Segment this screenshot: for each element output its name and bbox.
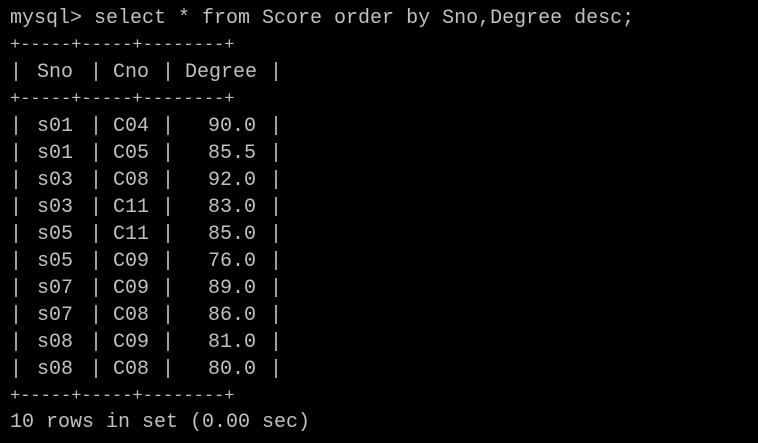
column-separator: | [10, 223, 23, 246]
column-separator: | [10, 250, 23, 273]
column-separator: | [10, 358, 23, 381]
cell-cno: C04 [112, 115, 149, 138]
column-separator: | [270, 331, 283, 354]
cell-degree: 81.0 [207, 331, 256, 354]
column-separator: | [270, 358, 283, 381]
column-separator: | [270, 142, 283, 165]
table-row: | s01 | C05 | 85.5 | [10, 140, 283, 167]
column-separator: | [162, 331, 175, 354]
column-separator: | [10, 61, 23, 84]
header-sno: Sno [36, 61, 73, 84]
cell-sno: s05 [36, 223, 73, 246]
column-separator: | [90, 250, 103, 273]
column-separator: | [270, 115, 283, 138]
column-separator: | [270, 61, 283, 84]
cell-cno: C05 [112, 142, 149, 165]
cell-degree: 89.0 [207, 277, 256, 300]
result-table: +-----+-----+--------+ | Sno | Cno | Deg… [10, 32, 283, 410]
cell-sno: s05 [36, 250, 73, 273]
column-separator: | [162, 142, 175, 165]
header-degree: Degree [184, 61, 257, 84]
column-separator: | [162, 304, 175, 327]
table-row: | s08 | C08 | 80.0 | [10, 356, 283, 383]
column-separator: | [270, 304, 283, 327]
table-row: | s05 | C09 | 76.0 | [10, 248, 283, 275]
column-separator: | [90, 115, 103, 138]
cell-sno: s08 [36, 358, 73, 381]
column-separator: | [90, 358, 103, 381]
column-separator: | [162, 115, 175, 138]
cell-cno: C09 [112, 250, 149, 273]
cell-cno: C11 [112, 196, 149, 219]
column-separator: | [162, 277, 175, 300]
column-separator: | [10, 277, 23, 300]
cell-degree: 80.0 [207, 358, 256, 381]
header-cno: Cno [112, 61, 149, 84]
column-separator: | [270, 250, 283, 273]
column-separator: | [162, 169, 175, 192]
column-separator: | [162, 223, 175, 246]
command-prompt-line: mysql> select * from Score order by Sno,… [10, 7, 635, 30]
column-separator: | [162, 61, 175, 84]
cell-cno: C08 [112, 304, 149, 327]
cell-degree: 85.5 [207, 142, 256, 165]
column-separator: | [162, 196, 175, 219]
column-separator: | [270, 196, 283, 219]
result-summary: 10 rows in set (0.00 sec) [10, 411, 311, 434]
column-separator: | [90, 304, 103, 327]
table-body: | s01 | C04 | 90.0 | | s01 | C05 | 85.5 | | s03 | C08 | 92.… [10, 113, 283, 383]
column-separator: | [90, 223, 103, 246]
column-separator: | [162, 250, 175, 273]
column-separator: | [270, 223, 283, 246]
cell-cno: C11 [112, 223, 149, 246]
table-row: | s05 | C11 | 85.0 | [10, 221, 283, 248]
column-separator: | [90, 169, 103, 192]
cell-cno: C08 [112, 358, 149, 381]
cell-sno: s07 [36, 277, 73, 300]
column-separator: | [10, 169, 23, 192]
table-row: | s01 | C04 | 90.0 | [10, 113, 283, 140]
cell-cno: C09 [112, 331, 149, 354]
table-border-header: +-----+-----+--------+ [10, 90, 235, 109]
cell-degree: 92.0 [207, 169, 256, 192]
cell-degree: 76.0 [207, 250, 256, 273]
table-border-top: +-----+-----+--------+ [10, 36, 235, 55]
cell-sno: s01 [36, 115, 73, 138]
column-separator: | [270, 277, 283, 300]
column-separator: | [10, 331, 23, 354]
table-row: | s08 | C09 | 81.0 | [10, 329, 283, 356]
column-separator: | [162, 358, 175, 381]
cell-sno: s01 [36, 142, 73, 165]
cell-cno: C08 [112, 169, 149, 192]
column-separator: | [90, 196, 103, 219]
column-separator: | [10, 196, 23, 219]
cell-degree: 83.0 [207, 196, 256, 219]
cell-sno: s03 [36, 196, 73, 219]
cell-cno: C09 [112, 277, 149, 300]
cell-sno: s07 [36, 304, 73, 327]
table-row: | s03 | C08 | 92.0 | [10, 167, 283, 194]
table-row: | s07 | C09 | 89.0 | [10, 275, 283, 302]
cell-sno: s03 [36, 169, 73, 192]
cell-degree: 90.0 [207, 115, 256, 138]
column-separator: | [10, 142, 23, 165]
column-separator: | [90, 142, 103, 165]
column-separator: | [90, 277, 103, 300]
column-separator: | [10, 115, 23, 138]
table-header-row: | Sno | Cno | Degree | [10, 59, 283, 86]
cell-sno: s08 [36, 331, 73, 354]
column-separator: | [90, 331, 103, 354]
column-separator: | [10, 304, 23, 327]
table-border-bottom: +-----+-----+--------+ [10, 387, 235, 406]
table-row: | s03 | C11 | 83.0 | [10, 194, 283, 221]
column-separator: | [270, 169, 283, 192]
column-separator: | [90, 61, 103, 84]
cell-degree: 86.0 [207, 304, 256, 327]
cell-degree: 85.0 [207, 223, 256, 246]
table-row: | s07 | C08 | 86.0 | [10, 302, 283, 329]
terminal-window[interactable]: mysql> select * from Score order by Sno,… [0, 0, 758, 443]
